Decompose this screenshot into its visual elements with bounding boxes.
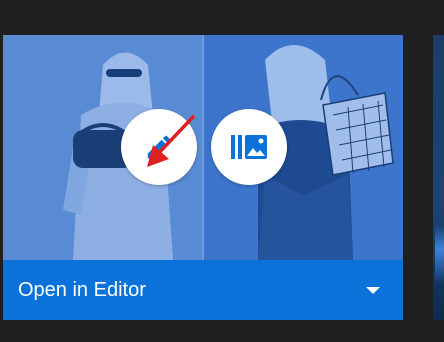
pencil-icon [147, 135, 171, 159]
caret-down-icon[interactable] [366, 286, 380, 294]
image-library-icon [231, 135, 267, 159]
image-library-button[interactable] [211, 109, 287, 185]
next-card-thumbnail [435, 225, 444, 285]
open-in-editor-label: Open in Editor [18, 278, 146, 301]
image-thumbnail[interactable] [3, 35, 403, 260]
image-card[interactable]: Open in Editor [3, 35, 403, 320]
hover-overlay [3, 35, 403, 260]
open-in-editor-bar[interactable]: Open in Editor [3, 260, 403, 320]
edit-button[interactable] [121, 109, 197, 185]
next-card-edge[interactable] [433, 35, 444, 320]
